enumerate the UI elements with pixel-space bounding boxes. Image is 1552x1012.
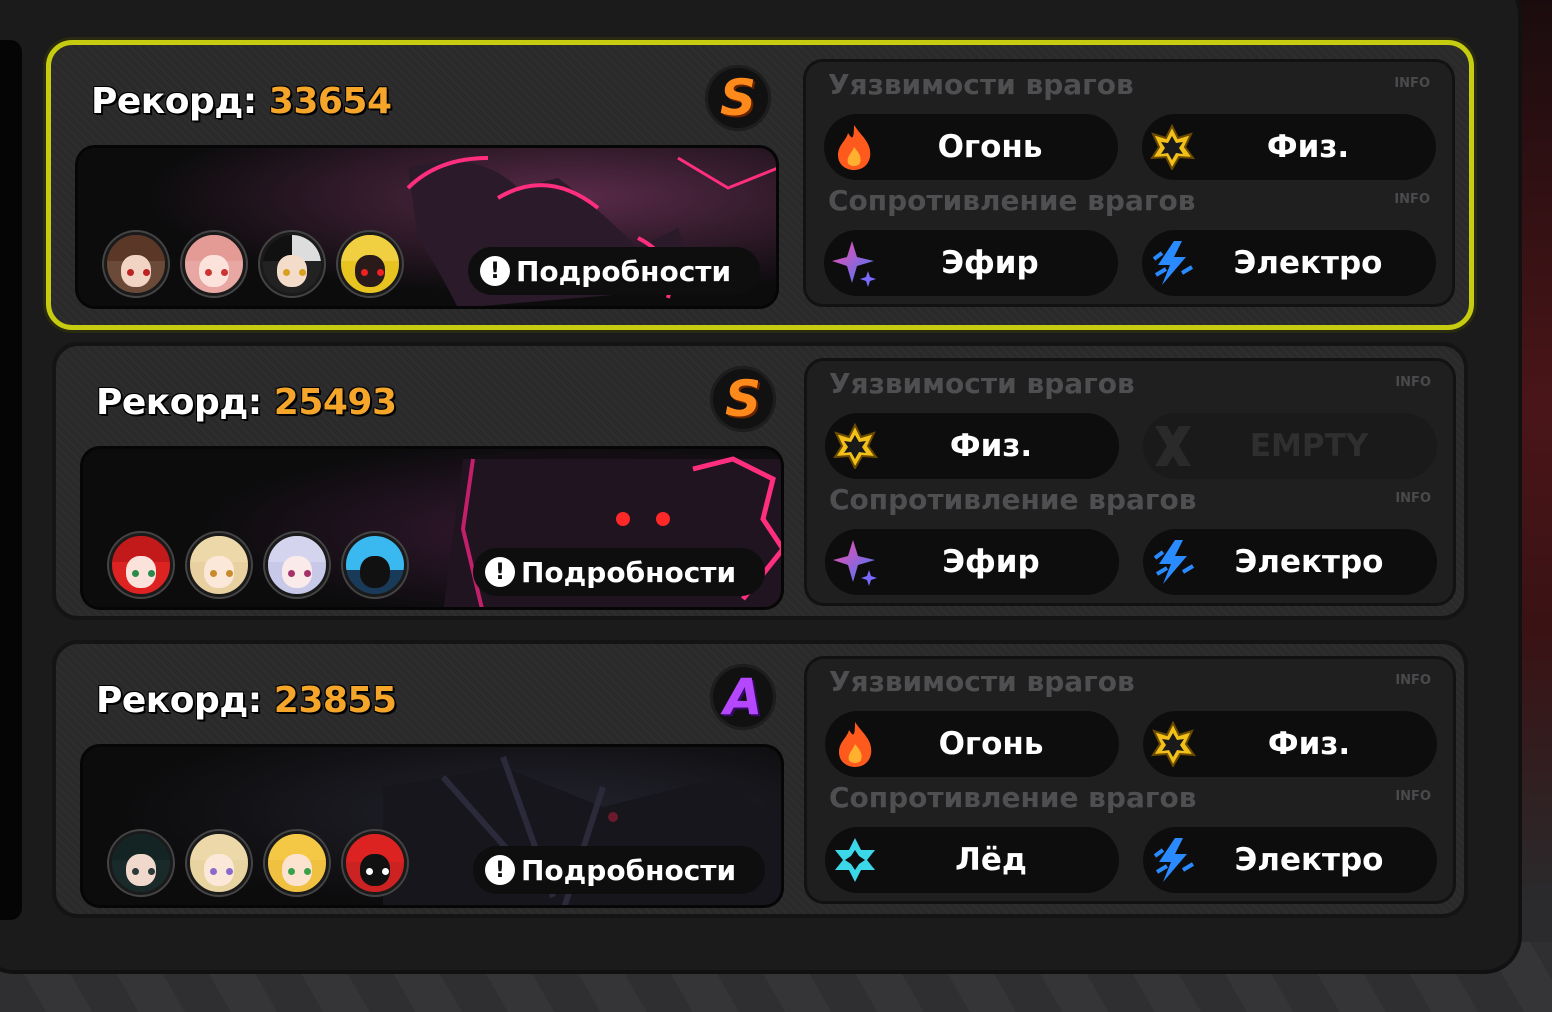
info-button[interactable]: INFO bbox=[1395, 375, 1431, 390]
record-label: Рекорд: bbox=[91, 81, 257, 122]
agent-avatar[interactable] bbox=[187, 533, 251, 597]
agent-avatar[interactable] bbox=[265, 533, 329, 597]
team-avatars bbox=[109, 831, 407, 895]
ice-icon bbox=[829, 834, 881, 886]
record-card-2[interactable]: Рекорд: 25493 S ! Подробности Уязвимости… bbox=[52, 342, 1468, 620]
alert-icon: ! bbox=[480, 256, 510, 286]
details-button[interactable]: ! Подробности bbox=[473, 846, 765, 894]
agent-avatar[interactable] bbox=[109, 831, 173, 895]
chip-label: EMPTY bbox=[1249, 428, 1369, 464]
team-avatars bbox=[109, 533, 407, 597]
info-button[interactable]: INFO bbox=[1394, 76, 1430, 91]
vulnerability-chip-empty: EMPTY bbox=[1143, 413, 1437, 479]
physical-icon bbox=[829, 420, 881, 472]
vulnerability-chip[interactable]: Огонь bbox=[824, 114, 1118, 180]
info-button[interactable]: INFO bbox=[1395, 491, 1431, 506]
boss-banner: ! Подробности bbox=[75, 145, 779, 309]
agent-avatar[interactable] bbox=[265, 831, 329, 895]
agent-avatar[interactable] bbox=[104, 232, 168, 296]
details-label: Подробности bbox=[516, 254, 732, 288]
resistance-chip[interactable]: Электро bbox=[1142, 230, 1436, 296]
electric-icon bbox=[1147, 834, 1199, 886]
record-title: Рекорд: 23855 bbox=[96, 680, 397, 721]
vulnerability-chip[interactable]: Физ. bbox=[825, 413, 1119, 479]
weakness-panel: Уязвимости врагов INFO Физ. EMPTY Сопрот… bbox=[804, 358, 1456, 606]
chip-label: Электро bbox=[1234, 842, 1384, 878]
resistance-chip[interactable]: Электро bbox=[1143, 827, 1437, 893]
agent-avatar[interactable] bbox=[187, 831, 251, 895]
electric-icon bbox=[1146, 237, 1198, 289]
electric-icon bbox=[1147, 536, 1199, 588]
resistance-chip[interactable]: Эфир bbox=[825, 529, 1119, 595]
fire-icon bbox=[828, 121, 880, 173]
record-label: Рекорд: bbox=[96, 382, 262, 423]
info-button[interactable]: INFO bbox=[1394, 192, 1430, 207]
resistances-title: Сопротивление врагов bbox=[829, 781, 1197, 814]
record-card-3[interactable]: Рекорд: 23855 A ! Подробности Уязвимости… bbox=[52, 640, 1468, 918]
vulnerability-chip[interactable]: Огонь bbox=[825, 711, 1119, 777]
resistance-chip[interactable]: Эфир bbox=[824, 230, 1118, 296]
resistance-chip[interactable]: Электро bbox=[1143, 529, 1437, 595]
chip-label: Огонь bbox=[938, 726, 1044, 762]
record-score: 23855 bbox=[273, 680, 397, 721]
vulnerability-chip[interactable]: Физ. bbox=[1143, 711, 1437, 777]
chip-label: Физ. bbox=[1267, 726, 1351, 762]
vulnerabilities-title: Уязвимости врагов bbox=[829, 665, 1135, 698]
details-button[interactable]: ! Подробности bbox=[473, 548, 765, 596]
team-avatars bbox=[104, 232, 402, 296]
chip-label: Лёд bbox=[955, 842, 1027, 878]
chip-label: Эфир bbox=[941, 245, 1039, 281]
agent-avatar[interactable] bbox=[109, 533, 173, 597]
details-label: Подробности bbox=[521, 853, 737, 887]
empty-icon bbox=[1147, 420, 1199, 472]
record-score: 33654 bbox=[268, 81, 392, 122]
resistances-title: Сопротивление врагов bbox=[828, 184, 1196, 217]
chip-label: Физ. bbox=[1266, 129, 1350, 165]
chip-label: Физ. bbox=[949, 428, 1033, 464]
weakness-panel: Уязвимости врагов INFO Огонь Физ. Сопрот… bbox=[804, 656, 1456, 904]
resistances-title: Сопротивление врагов bbox=[829, 483, 1197, 516]
record-score: 25493 bbox=[273, 382, 397, 423]
resistance-chip[interactable]: Лёд bbox=[825, 827, 1119, 893]
physical-icon bbox=[1146, 121, 1198, 173]
rank-badge: S bbox=[705, 65, 771, 131]
rank-badge: S bbox=[710, 366, 776, 432]
fire-icon bbox=[829, 718, 881, 770]
record-title: Рекорд: 25493 bbox=[96, 382, 397, 423]
record-title: Рекорд: 33654 bbox=[91, 81, 392, 122]
agent-avatar[interactable] bbox=[338, 232, 402, 296]
vulnerabilities-title: Уязвимости врагов bbox=[828, 68, 1134, 101]
rank-badge: A bbox=[710, 664, 776, 730]
ether-icon bbox=[828, 237, 880, 289]
record-card-1[interactable]: Рекорд: 33654 S ! Подробности Уязвимости… bbox=[46, 40, 1474, 330]
vulnerability-chip[interactable]: Физ. bbox=[1142, 114, 1436, 180]
info-button[interactable]: INFO bbox=[1395, 673, 1431, 688]
alert-icon: ! bbox=[485, 557, 515, 587]
left-sidebar-edge bbox=[0, 40, 22, 920]
record-label: Рекорд: bbox=[96, 680, 262, 721]
chip-label: Эфир bbox=[942, 544, 1040, 580]
details-button[interactable]: ! Подробности bbox=[468, 247, 760, 295]
weakness-panel: Уязвимости врагов INFO Огонь Физ. Сопрот… bbox=[803, 59, 1455, 307]
boss-banner: ! Подробности bbox=[80, 744, 784, 908]
agent-avatar[interactable] bbox=[182, 232, 246, 296]
ether-icon bbox=[829, 536, 881, 588]
details-label: Подробности bbox=[521, 555, 737, 589]
alert-icon: ! bbox=[485, 855, 515, 885]
chip-label: Электро bbox=[1233, 245, 1383, 281]
agent-avatar[interactable] bbox=[343, 533, 407, 597]
chip-label: Электро bbox=[1234, 544, 1384, 580]
physical-icon bbox=[1147, 718, 1199, 770]
chip-label: Огонь bbox=[937, 129, 1043, 165]
boss-banner: ! Подробности bbox=[80, 446, 784, 610]
info-button[interactable]: INFO bbox=[1395, 789, 1431, 804]
agent-avatar[interactable] bbox=[260, 232, 324, 296]
agent-avatar[interactable] bbox=[343, 831, 407, 895]
vulnerabilities-title: Уязвимости врагов bbox=[829, 367, 1135, 400]
